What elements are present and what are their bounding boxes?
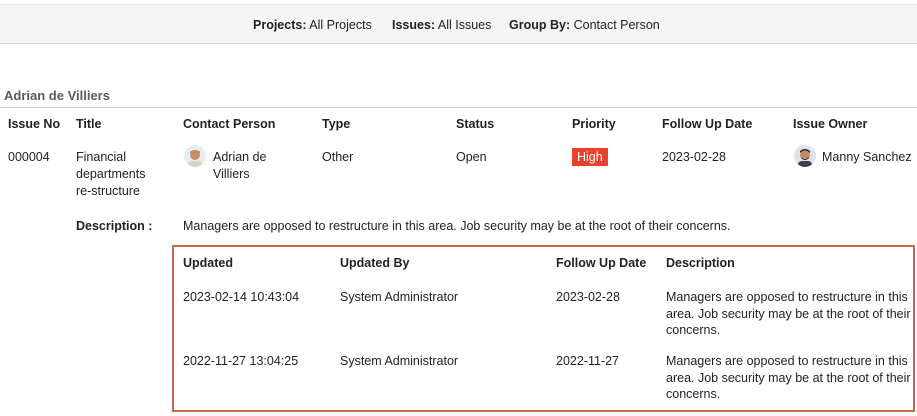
priority-badge: High	[572, 148, 608, 166]
history-description: Managers are opposed to restructure in t…	[666, 354, 911, 401]
group-title: Adrian de Villiers	[4, 88, 110, 103]
history-description: Managers are opposed to restructure in t…	[666, 290, 911, 337]
groupby-filter-label: Group By:	[509, 18, 571, 32]
issues-filter[interactable]: Issues: All Issues	[392, 18, 491, 32]
column-header-type: Type	[322, 117, 351, 131]
issue-type: Other	[322, 150, 354, 164]
column-header-issue-owner: Issue Owner	[793, 117, 868, 131]
issue-title[interactable]: Financial departments re-structure	[76, 149, 156, 200]
issue-status: Open	[456, 150, 487, 164]
history-header-updated-by: Updated By	[340, 256, 410, 270]
column-header-status: Status	[456, 117, 495, 131]
groupby-filter[interactable]: Group By: Contact Person	[509, 18, 660, 32]
issue-follow-up-date: 2023-02-28	[662, 150, 726, 164]
groupby-filter-value[interactable]: Contact Person	[574, 18, 660, 32]
filter-bar: Projects: All Projects Issues: All Issue…	[0, 4, 917, 44]
history-header-follow-up-date: Follow Up Date	[556, 256, 647, 270]
column-header-follow-up-date: Follow Up Date	[662, 117, 753, 131]
issue-number[interactable]: 000004	[8, 149, 50, 166]
column-header-priority: Priority	[572, 117, 616, 131]
history-follow-up-date: 2022-11-27	[556, 354, 620, 368]
owner-avatar	[794, 145, 816, 167]
contact-person-name[interactable]: Adrian de Villiers	[213, 149, 293, 183]
description-text: Managers are opposed to restructure in t…	[183, 219, 731, 233]
history-updated-by: System Administrator	[340, 354, 459, 368]
column-header-contact-person: Contact Person	[183, 117, 276, 131]
history-header-description: Description	[666, 256, 735, 270]
projects-filter[interactable]: Projects: All Projects	[253, 18, 372, 32]
history-updated: 2023-02-14 10:43:04	[183, 290, 300, 304]
issue-owner-name[interactable]: Manny Sanchez	[822, 149, 912, 166]
issues-filter-label: Issues:	[392, 18, 436, 32]
column-header-title: Title	[76, 117, 102, 131]
column-header-issue-no: Issue No	[8, 117, 61, 131]
history-updated-by: System Administrator	[340, 290, 459, 304]
projects-filter-value[interactable]: All Projects	[309, 18, 372, 32]
description-label: Description :	[76, 219, 153, 233]
history-header-updated: Updated	[183, 256, 233, 270]
contact-avatar	[184, 145, 206, 167]
history-follow-up-date: 2023-02-28	[556, 290, 620, 304]
history-updated: 2022-11-27 13:04:25	[183, 354, 299, 368]
issues-filter-value[interactable]: All Issues	[438, 18, 492, 32]
projects-filter-label: Projects:	[253, 18, 307, 32]
group-divider	[0, 107, 917, 108]
